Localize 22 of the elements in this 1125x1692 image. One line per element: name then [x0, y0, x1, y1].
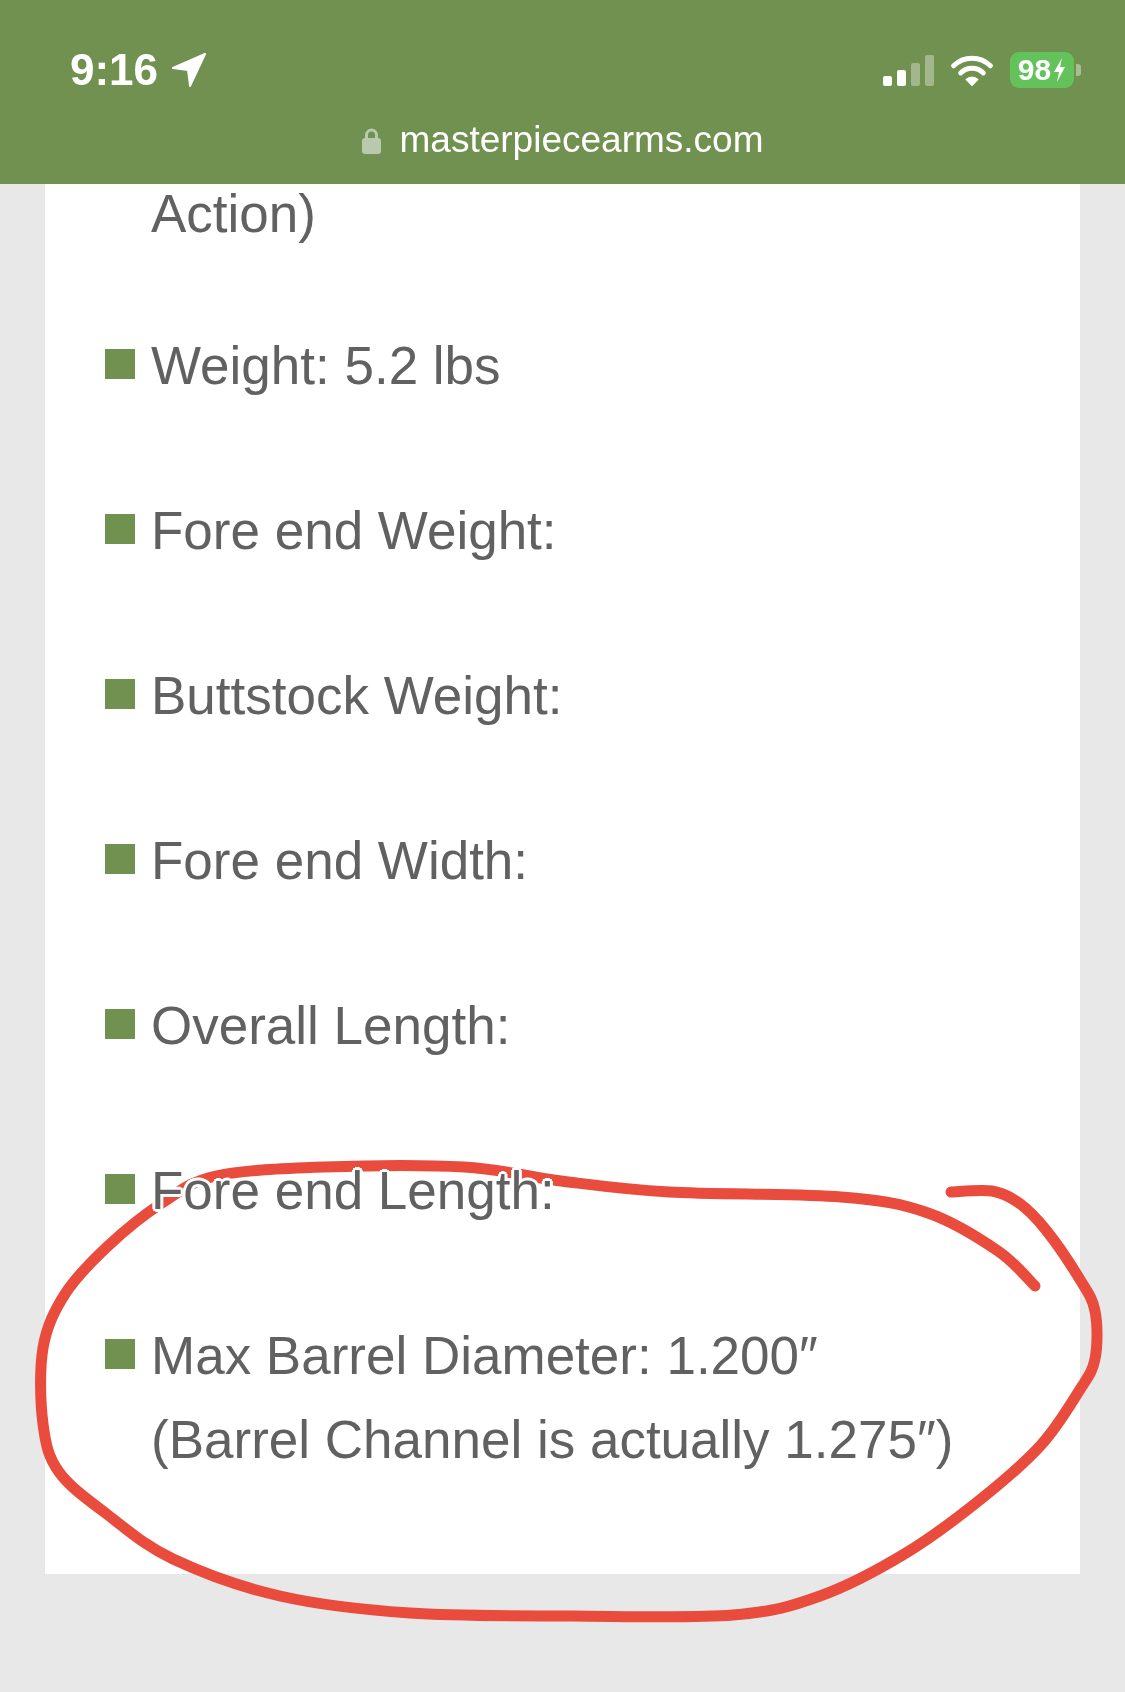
- square-bullet-icon: [105, 1009, 135, 1039]
- spec-text: Weight: 5.2 lbs: [151, 335, 501, 397]
- battery-percent: 98: [1017, 52, 1052, 88]
- clock-time: 9:16: [70, 44, 159, 96]
- location-arrow-icon: [171, 53, 208, 87]
- square-bullet-icon: [105, 1339, 135, 1369]
- square-bullet-icon: [105, 844, 135, 874]
- signal-icon: [883, 54, 934, 86]
- square-bullet-icon: [105, 349, 135, 379]
- spec-text: Buttstock Weight:: [151, 665, 563, 727]
- charging-bolt-icon: [1053, 58, 1067, 82]
- spec-text: Max Barrel Diameter: 1.200″ (Barrel Channel is actually 1.275″): [151, 1325, 954, 1471]
- square-bullet-icon: [105, 1174, 135, 1204]
- spec-text: Fore end Width:: [151, 830, 529, 892]
- url-text[interactable]: masterpiecearms.com: [399, 118, 764, 162]
- spec-text: Overall Length:: [151, 995, 511, 1057]
- square-bullet-icon: [105, 514, 135, 544]
- spec-text: Fore end Weight:: [151, 500, 557, 562]
- wifi-icon: [949, 54, 995, 86]
- square-bullet-icon: [105, 679, 135, 709]
- spec-text: Action): [151, 184, 316, 244]
- lock-icon: [361, 126, 381, 154]
